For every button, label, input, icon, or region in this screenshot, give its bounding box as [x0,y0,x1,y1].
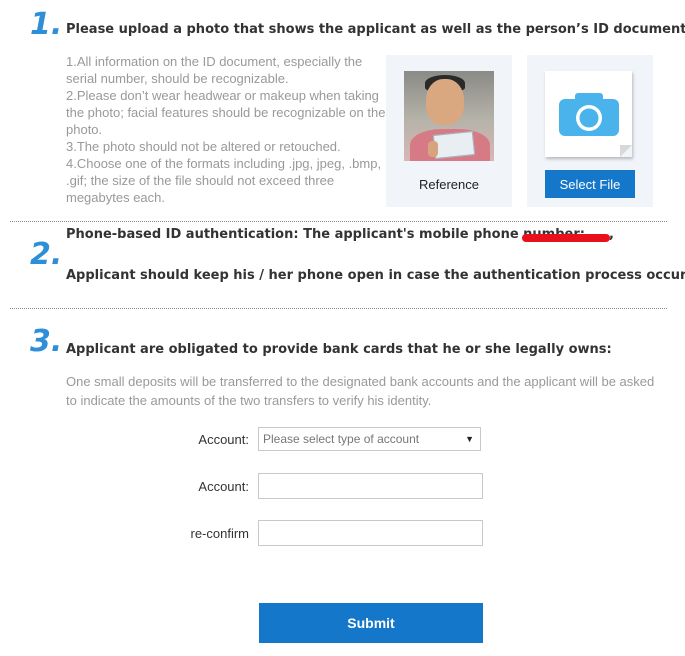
reconfirm-input[interactable] [258,520,483,546]
step-1-number: 1. [30,7,63,42]
step-3-number: 3. [30,324,63,359]
step-1-title: Please upload a photo that shows the app… [66,22,685,37]
instruction-item: 1.All information on the ID document, es… [66,54,363,86]
reconfirm-label: re-confirm [190,526,249,541]
phone-auth-comma: , [609,227,614,242]
redacted-phone-number [522,234,610,242]
account-type-label: Account: [198,432,249,447]
upload-drop-tile[interactable] [545,71,632,157]
caret-down-icon: ▼ [465,434,474,444]
account-type-placeholder: Please select type of account [263,432,420,446]
phone-auth-line: Phone-based ID authentication: The appli… [66,227,585,242]
bank-verification-description: One small deposits will be transferred t… [66,374,655,408]
account-type-select[interactable]: Please select type of account ▼ [258,427,481,451]
reference-photo [404,71,494,161]
upload-instructions: 1.All information on the ID document, es… [66,53,388,206]
submit-button[interactable]: Submit [259,603,483,643]
instruction-item: 2.Please don’t wear headwear or makeup w… [66,88,386,137]
step-3-title: Applicant are obligated to provide bank … [66,342,612,357]
camera-icon [559,93,619,136]
account-label: Account: [198,479,249,494]
phone-auth-notice: Applicant should keep his / her phone op… [66,268,685,283]
account-input[interactable] [258,473,483,499]
section-divider [10,221,667,222]
instruction-item: 3.The photo should not be altered or ret… [66,139,341,154]
select-file-button[interactable]: Select File [545,170,635,198]
instruction-item: 4.Choose one of the formats including .j… [66,156,382,205]
step-2-number: 2. [30,237,63,272]
reference-caption: Reference [419,177,479,192]
section-divider [10,308,667,309]
